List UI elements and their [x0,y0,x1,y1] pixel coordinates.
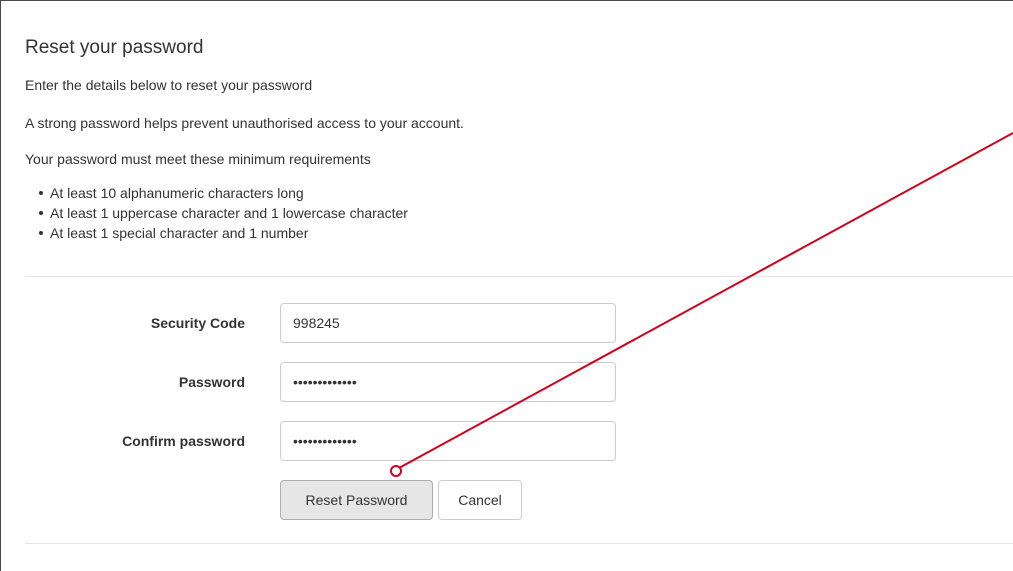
requirements-heading: Your password must meet these minimum re… [25,151,371,167]
strength-note: A strong password helps prevent unauthor… [25,115,464,131]
page-title: Reset your password [25,37,204,58]
page-frame: Reset your password Enter the details be… [0,0,1013,571]
password-input[interactable] [280,362,616,402]
confirm-password-input[interactable] [280,421,616,461]
divider-top [25,276,1013,277]
divider-bottom [25,543,1013,544]
reset-password-button[interactable]: Reset Password [280,480,433,520]
security-code-label: Security Code [150,315,245,331]
requirement-item: At least 1 special character and 1 numbe… [1,223,408,243]
cancel-button[interactable]: Cancel [438,480,522,520]
intro-text: Enter the details below to reset your pa… [25,77,313,93]
confirm-password-label: Confirm password [122,433,245,449]
password-label: Password [178,374,245,390]
requirements-list: At least 10 alphanumeric characters long… [1,183,408,243]
requirement-item: At least 10 alphanumeric characters long [1,183,408,203]
requirement-item: At least 1 uppercase character and 1 low… [1,203,408,223]
security-code-input[interactable] [280,303,616,343]
